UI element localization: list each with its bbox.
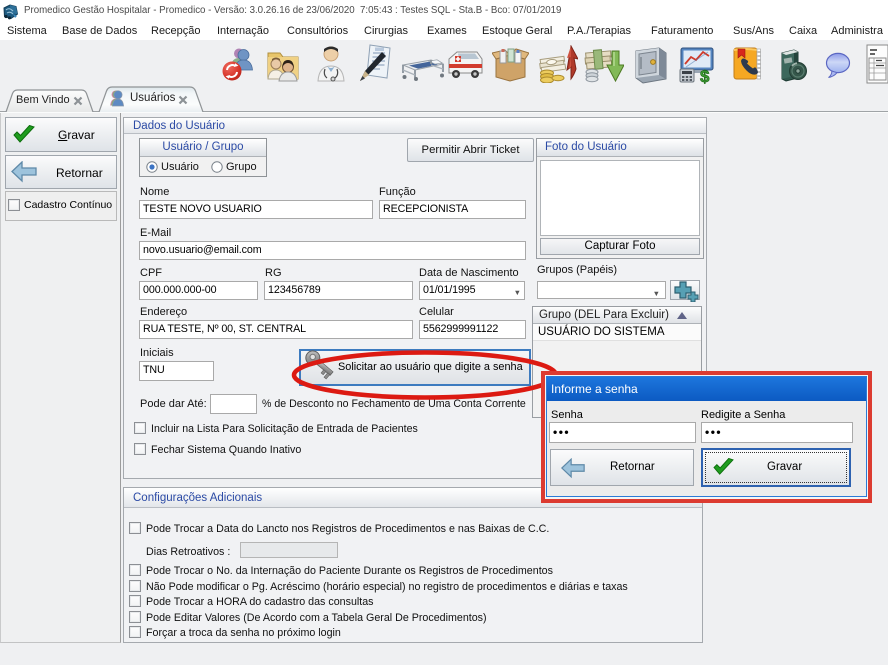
- svg-text:$: $: [700, 67, 710, 84]
